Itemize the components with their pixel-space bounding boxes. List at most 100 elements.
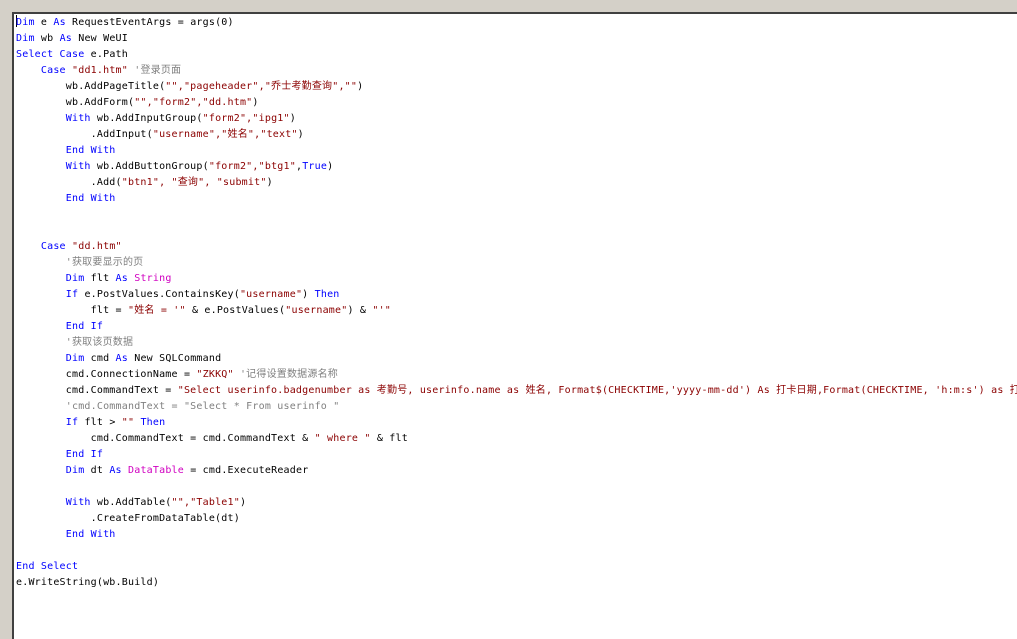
code-token: flt > bbox=[78, 417, 122, 428]
code-token: Dim bbox=[65, 353, 85, 364]
code-line: 'cmd.CommandText = "Select * From userin… bbox=[16, 399, 1017, 415]
code-token: "姓名 = '" bbox=[127, 305, 186, 316]
code-token: With bbox=[65, 113, 91, 124]
code-token: "form2","btg1" bbox=[208, 161, 296, 172]
code-token: Select Case bbox=[16, 49, 85, 60]
code-token: flt bbox=[84, 273, 116, 284]
code-token: '登录页面 bbox=[128, 65, 182, 76]
code-token: e.PostValues.ContainsKey( bbox=[78, 289, 240, 300]
code-token: '获取要显示的页 bbox=[16, 257, 144, 268]
code-token: = cmd.ExecuteReader bbox=[184, 465, 309, 476]
code-line: Case "dd1.htm" '登录页面 bbox=[16, 63, 1017, 79]
code-token: "username" bbox=[239, 289, 303, 300]
code-line: wb.AddForm("","form2","dd.htm") bbox=[16, 95, 1017, 111]
code-token: ) bbox=[239, 497, 247, 508]
code-token: .CreateFromDataTable(dt) bbox=[16, 513, 240, 524]
code-line: End With bbox=[16, 143, 1017, 159]
code-token: As bbox=[53, 17, 66, 28]
code-line: .CreateFromDataTable(dt) bbox=[16, 511, 1017, 527]
code-line: End If bbox=[16, 447, 1017, 463]
code-line: Dim flt As String bbox=[16, 271, 1017, 287]
code-token: "form2","ipg1" bbox=[202, 113, 290, 124]
code-token: & e.PostValues( bbox=[185, 305, 286, 316]
code-token: If bbox=[65, 417, 79, 428]
code-line: cmd.CommandText = cmd.CommandText & " wh… bbox=[16, 431, 1017, 447]
code-line: Dim cmd As New SQLCommand bbox=[16, 351, 1017, 367]
code-line: With wb.AddButtonGroup("form2","btg1",Tr… bbox=[16, 159, 1017, 175]
code-token: ) bbox=[266, 177, 273, 188]
code-lines: Dim e As RequestEventArgs = args(0) Dim w… bbox=[16, 15, 1017, 591]
code-token: New SQLCommand bbox=[128, 353, 222, 364]
code-line: Case "dd.htm" bbox=[16, 239, 1017, 255]
code-token: "","form2","dd.htm" bbox=[134, 97, 253, 108]
code-line: .AddInput("username","姓名","text") bbox=[16, 127, 1017, 143]
code-line: End With bbox=[16, 191, 1017, 207]
code-token: wb.AddInputGroup( bbox=[90, 113, 203, 124]
code-editor-window: Dim e As RequestEventArgs = args(0) Dim w… bbox=[0, 0, 1017, 639]
code-token: New WeUI bbox=[72, 33, 129, 44]
code-token: ) bbox=[252, 97, 259, 108]
code-editor[interactable]: Dim e As RequestEventArgs = args(0) Dim w… bbox=[12, 12, 1017, 639]
code-token: cmd.ConnectionName = bbox=[16, 369, 197, 380]
code-token: flt = bbox=[16, 305, 128, 316]
code-token: Dim bbox=[65, 465, 85, 476]
code-token: '记得设置数据源名称 bbox=[233, 369, 338, 380]
code-token: DataTable bbox=[128, 465, 185, 476]
code-token: e bbox=[34, 17, 54, 28]
code-line: Dim dt As DataTable = cmd.ExecuteReader bbox=[16, 463, 1017, 479]
code-token: wb.AddButtonGroup( bbox=[90, 161, 209, 172]
code-token: End With bbox=[65, 529, 116, 540]
code-token: wb.AddPageTitle( bbox=[16, 81, 166, 92]
code-token: ) & bbox=[347, 305, 373, 316]
code-token: "btn1", "查询", "submit" bbox=[121, 177, 267, 188]
code-token: End If bbox=[65, 449, 104, 460]
code-token: RequestEventArgs = args(0) bbox=[65, 17, 234, 28]
code-token: As bbox=[59, 33, 73, 44]
code-token: If bbox=[65, 289, 79, 300]
code-token: "username" bbox=[285, 305, 348, 316]
code-line: With wb.AddTable("","Table1") bbox=[16, 495, 1017, 511]
code-line: Dim e As RequestEventArgs = args(0) bbox=[16, 15, 1017, 31]
code-line: '获取该页数据 bbox=[16, 335, 1017, 351]
code-line: .Add("btn1", "查询", "submit") bbox=[16, 175, 1017, 191]
code-token: Dim bbox=[16, 33, 35, 44]
code-token: wb.AddForm( bbox=[16, 97, 135, 108]
code-line: If flt > "" Then bbox=[16, 415, 1017, 431]
code-token: End Select bbox=[16, 561, 79, 572]
code-token: Then bbox=[314, 289, 340, 300]
code-line: flt = "姓名 = '" & e.PostValues("username"… bbox=[16, 303, 1017, 319]
code-token: '获取该页数据 bbox=[16, 337, 134, 348]
code-token: As bbox=[115, 353, 128, 364]
code-line: If e.PostValues.ContainsKey("username") … bbox=[16, 287, 1017, 303]
code-token: e.Path bbox=[84, 49, 128, 60]
code-token: 'cmd.CommandText = "Select * From userin… bbox=[16, 401, 340, 412]
code-token: "Select userinfo.badgenumber as 考勤号, use… bbox=[177, 385, 1017, 396]
code-token: With bbox=[65, 161, 91, 172]
code-token: "","Table1" bbox=[171, 497, 240, 508]
code-token: String bbox=[134, 273, 172, 284]
code-line: Select Case e.Path bbox=[16, 47, 1017, 63]
code-token: Dim bbox=[65, 273, 85, 284]
code-line: e.WriteString(wb.Build) bbox=[16, 575, 1017, 591]
code-token: End With bbox=[65, 145, 116, 156]
code-token: As bbox=[109, 465, 122, 476]
code-token: ) bbox=[289, 113, 296, 124]
code-token: " where " bbox=[314, 433, 371, 444]
code-token: cmd.CommandText = bbox=[16, 385, 178, 396]
code-token: Case bbox=[40, 241, 66, 252]
code-token: End If bbox=[65, 321, 104, 332]
code-token: As bbox=[115, 273, 128, 284]
code-token: "","pageheader","乔士考勤查询","" bbox=[165, 81, 358, 92]
code-line: cmd.ConnectionName = "ZKKQ" '记得设置数据源名称 bbox=[16, 367, 1017, 383]
